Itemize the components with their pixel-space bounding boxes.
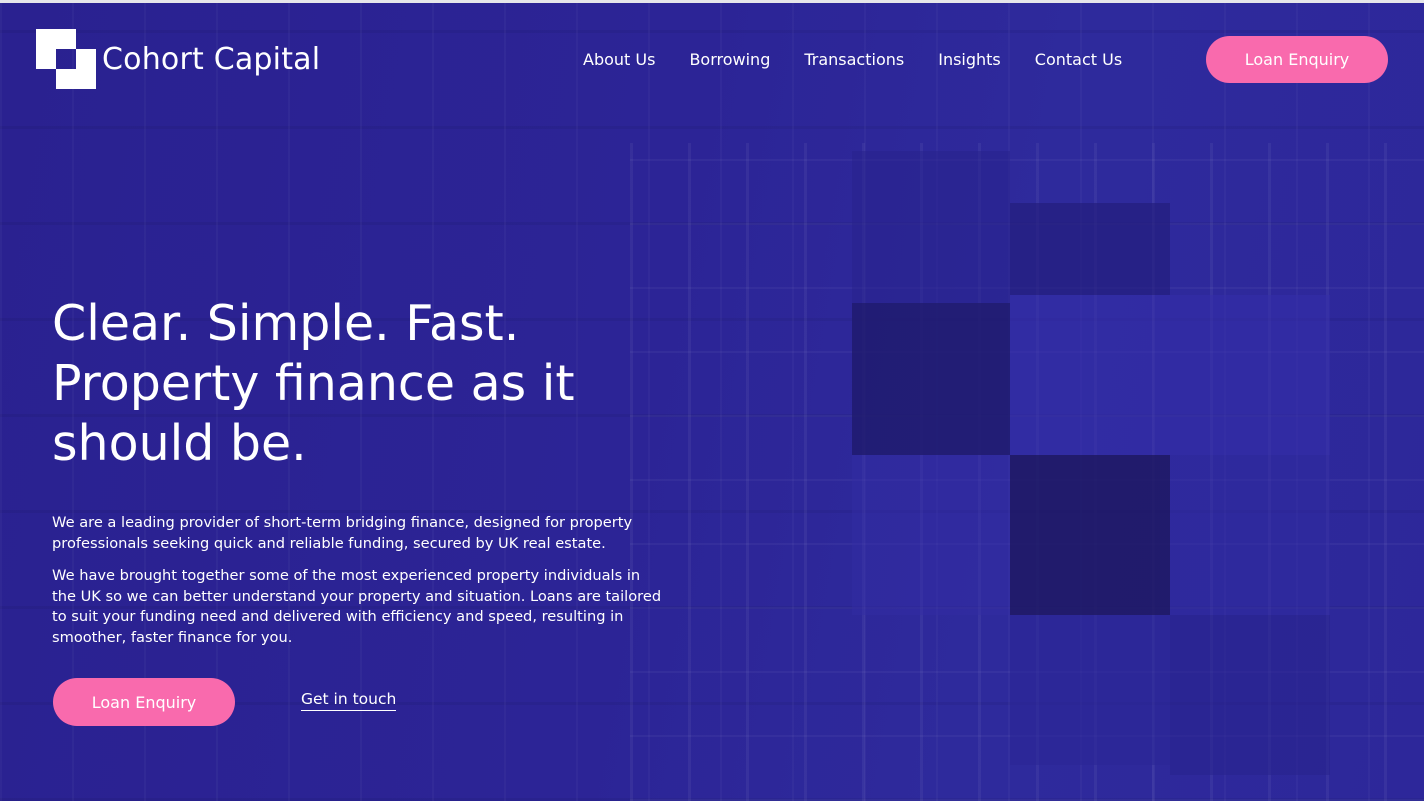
hero-loan-enquiry-button[interactable]: Loan Enquiry xyxy=(53,678,235,726)
headline-line: Property finance as it xyxy=(52,355,575,412)
nav-item-borrowing[interactable]: Borrowing xyxy=(689,50,770,69)
headline-line: Clear. Simple. Fast. xyxy=(52,295,520,352)
brand-logo-link[interactable]: Cohort Capital xyxy=(36,28,320,90)
get-in-touch-link[interactable]: Get in touch xyxy=(301,690,397,711)
main-nav: About Us Borrowing Transactions Insights… xyxy=(566,44,1139,74)
nav-item-contact-us[interactable]: Contact Us xyxy=(1035,50,1122,69)
decorative-block xyxy=(1010,203,1170,295)
hero-intro-paragraph: We are a leading provider of short-term … xyxy=(52,514,633,552)
nav-item-transactions[interactable]: Transactions xyxy=(804,50,904,69)
hero-headline: Clear. Simple. Fast. Property finance as… xyxy=(52,294,652,474)
hero-detail-paragraph: We have brought together some of the mos… xyxy=(52,567,662,646)
nav-item-about-us[interactable]: About Us xyxy=(583,50,655,69)
decorative-block xyxy=(852,303,1010,455)
headline-line: should be. xyxy=(52,415,307,472)
decorative-block xyxy=(1010,615,1170,765)
decorative-block xyxy=(852,151,1010,303)
decorative-block xyxy=(1170,455,1330,615)
header-loan-enquiry-button[interactable]: Loan Enquiry xyxy=(1206,36,1388,83)
decorative-block xyxy=(1010,295,1330,455)
nav-item-insights[interactable]: Insights xyxy=(938,50,1001,69)
decorative-block xyxy=(1010,455,1170,615)
decorative-block xyxy=(852,455,1010,615)
brand-name: Cohort Capital xyxy=(102,41,321,77)
logo-icon xyxy=(36,29,96,89)
decorative-block xyxy=(1170,615,1330,775)
